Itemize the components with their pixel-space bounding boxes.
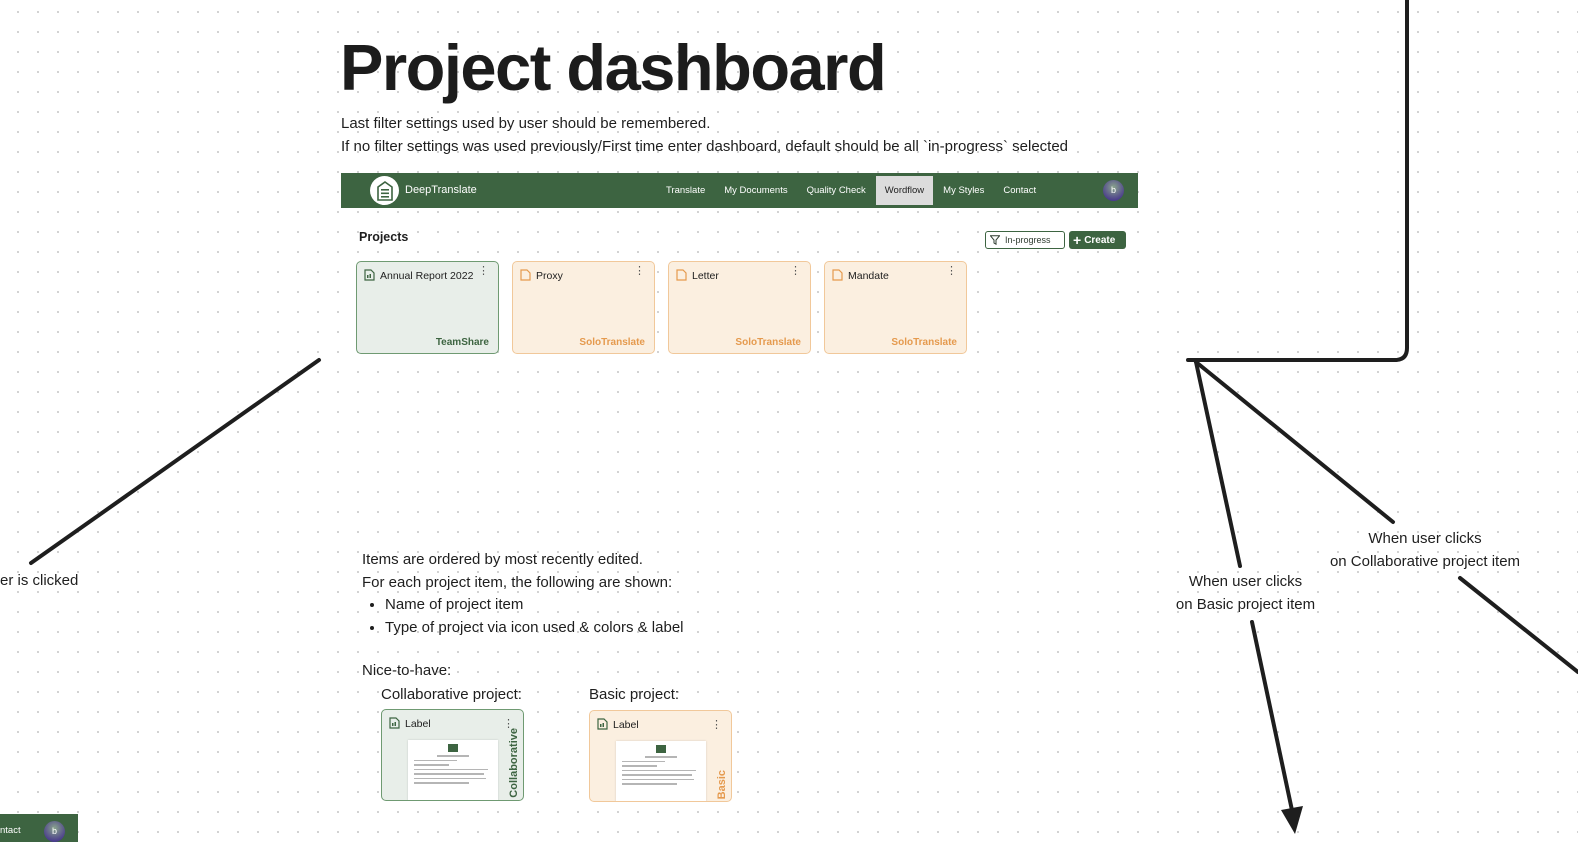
project-card[interactable]: Proxy ⋮ SoloTranslate (512, 261, 655, 354)
collaborative-card-example: Label ⋮ Collaborative (381, 709, 524, 801)
nav-item-quality-check[interactable]: Quality Check (798, 176, 875, 205)
list-item: Name of project item (385, 594, 684, 617)
more-options-icon[interactable]: ⋮ (946, 266, 957, 277)
user-avatar[interactable]: b (1103, 180, 1124, 201)
card-label: Label (613, 719, 639, 731)
brand-name[interactable]: DeepTranslate (405, 184, 477, 196)
nav-item-my-documents[interactable]: My Documents (715, 176, 796, 205)
annotation-left: er is clicked (0, 572, 79, 589)
spreadsheet-doc-icon (364, 269, 375, 281)
description-line: If no filter settings was used previousl… (341, 137, 1069, 155)
project-name: Letter (692, 270, 719, 282)
more-options-icon[interactable]: ⋮ (634, 266, 645, 277)
project-type-label: SoloTranslate (891, 337, 957, 348)
plus-icon: + (1073, 232, 1082, 248)
brand-logo-icon[interactable] (370, 176, 399, 205)
document-icon (832, 269, 843, 281)
create-label: Create (1084, 234, 1116, 246)
requirements-notes: Items are ordered by most recently edite… (362, 549, 684, 639)
nav-item-translate[interactable]: Translate (657, 176, 714, 205)
nav-item-wordflow[interactable]: Wordflow (875, 176, 934, 205)
basic-card-example: Label ⋮ Basic (589, 710, 732, 802)
arrow-line-basic (1250, 620, 1295, 817)
annotation-line: When user clicks (1368, 530, 1482, 547)
basic-heading: Basic project: (589, 686, 680, 703)
annotation-collab-click: When user clicks on Collaborative projec… (1325, 528, 1525, 573)
filter-icon (990, 235, 1000, 245)
nav-item-contact[interactable]: ntact (0, 825, 21, 836)
more-options-icon: ⋮ (711, 719, 722, 731)
connector-line-left (29, 358, 321, 565)
nice-to-have-heading: Nice-to-have: (362, 662, 452, 679)
more-options-icon[interactable]: ⋮ (790, 266, 801, 277)
page-title: Project dashboard (340, 31, 887, 104)
connector-line-top-right (1186, 0, 1409, 362)
card-type-vertical-label: Basic (716, 769, 728, 799)
project-name: Mandate (848, 270, 889, 282)
create-button[interactable]: + Create (1069, 231, 1126, 249)
project-type-label: TeamShare (435, 337, 489, 348)
arrowhead-icon (1281, 806, 1303, 834)
filter-button[interactable]: In-progress (985, 231, 1065, 249)
document-preview-thumbnail (616, 741, 706, 801)
document-icon (520, 269, 531, 281)
collaborative-heading: Collaborative project: (381, 686, 522, 703)
card-type-vertical-label: Collaborative (508, 728, 520, 798)
document-icon (676, 269, 687, 281)
project-card[interactable]: Letter ⋮ SoloTranslate (668, 261, 811, 354)
app-navbar: DeepTranslate Translate My Documents Qua… (341, 173, 1138, 208)
project-card[interactable]: Mandate ⋮ SoloTranslate (824, 261, 967, 354)
project-type-label: SoloTranslate (579, 337, 645, 348)
card-label: Label (405, 718, 431, 730)
document-preview-thumbnail (408, 740, 498, 800)
annotation-line: on Basic project item (1175, 595, 1316, 613)
nav-menu: Translate My Documents Quality Check Wor… (657, 173, 1046, 208)
annotation-line: on Collaborative project item (1329, 552, 1521, 570)
nav-item-contact[interactable]: Contact (994, 176, 1045, 205)
description-line: Last filter settings used by user should… (341, 115, 711, 132)
page-description: Last filter settings used by user should… (341, 113, 1068, 158)
notes-line: For each project item, the following are… (362, 573, 673, 591)
projects-heading: Projects (359, 230, 409, 244)
partial-navbar: ntact b (0, 814, 78, 842)
project-name: Annual Report 2022 (380, 270, 474, 282)
nav-item-my-styles[interactable]: My Styles (934, 176, 993, 205)
filter-label: In-progress (1005, 235, 1051, 245)
annotation-line: When user clicks (1188, 573, 1303, 590)
arrow-line-collab (1458, 576, 1578, 674)
project-type-label: SoloTranslate (735, 337, 801, 348)
spreadsheet-doc-icon (389, 717, 400, 729)
spreadsheet-doc-icon (597, 718, 608, 730)
project-name: Proxy (536, 270, 563, 282)
notes-line: Items are ordered by most recently edite… (362, 551, 643, 568)
notes-list: Name of project item Type of project via… (362, 594, 684, 639)
user-avatar[interactable]: b (44, 821, 65, 842)
more-options-icon[interactable]: ⋮ (478, 266, 489, 277)
list-item: Type of project via icon used & colors &… (385, 617, 684, 640)
annotation-basic-click: When user clicks on Basic project item (1173, 571, 1318, 616)
project-card[interactable]: Annual Report 2022 ⋮ TeamShare (356, 261, 499, 354)
